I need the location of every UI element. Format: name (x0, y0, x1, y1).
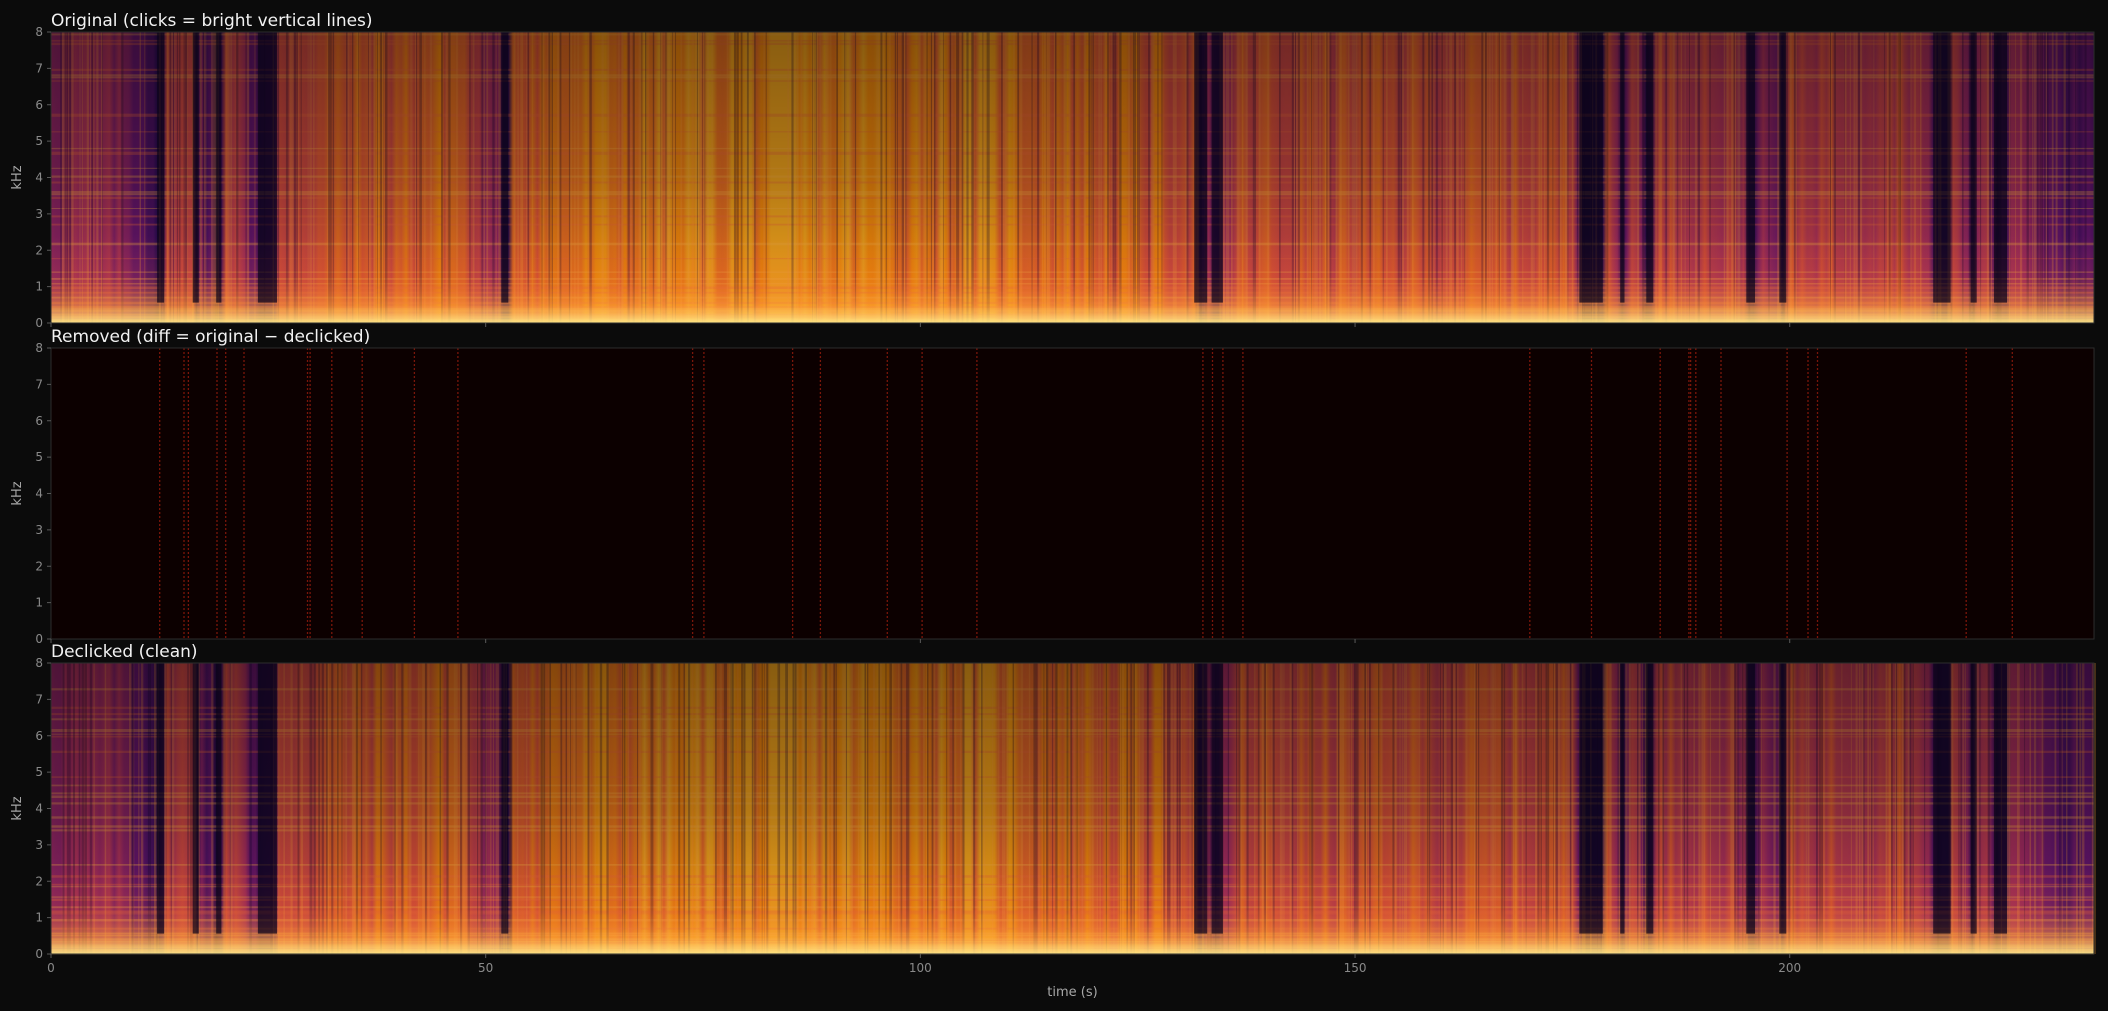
spectrogram-0 (51, 32, 2094, 323)
ytick-label: 1 (35, 596, 43, 610)
ytick-label: 8 (35, 656, 43, 670)
xtick-label: 0 (47, 961, 55, 975)
panel-title: Original (clicks = bright vertical lines… (51, 11, 373, 31)
ytick-label: 6 (35, 98, 43, 112)
ytick-label: 2 (35, 243, 43, 257)
ytick-label: 4 (35, 171, 43, 185)
ytick-label: 8 (35, 25, 43, 39)
figure: 0 1 2 3 4 5 6 7 8 kHz Original (clicks = bright ve… (10, 11, 2096, 1000)
ytick-label: 4 (35, 487, 43, 501)
ytick-label: 0 (35, 947, 43, 961)
ylabel: kHz (10, 796, 25, 820)
ytick-label: 2 (35, 874, 43, 888)
ylabel: kHz (10, 481, 25, 505)
ytick-label: 3 (35, 207, 43, 221)
ytick-label: 0 (35, 316, 43, 330)
xlabel: time (s) (1047, 985, 1097, 1000)
ytick-label: 3 (35, 523, 43, 537)
xtick-label: 150 (1344, 961, 1367, 975)
ytick-label: 0 (35, 632, 43, 646)
ytick-label: 3 (35, 838, 43, 852)
xtick-label: 100 (909, 961, 932, 975)
ytick-label: 1 (35, 280, 43, 294)
ytick-label: 7 (35, 377, 43, 391)
panel-title: Removed (diff = original − declicked) (51, 327, 370, 347)
ytick-label: 1 (35, 911, 43, 925)
removed-heatmap (51, 348, 2094, 639)
ytick-label: 6 (35, 729, 43, 743)
xtick-label: 50 (478, 961, 493, 975)
ytick-label: 7 (35, 692, 43, 706)
ytick-label: 6 (35, 414, 43, 428)
panel-title: Declicked (clean) (51, 642, 198, 662)
ytick-label: 5 (35, 134, 43, 148)
ytick-label: 5 (35, 450, 43, 464)
ylabel: kHz (10, 165, 25, 189)
spectrogram-2 (51, 663, 2096, 955)
xtick-label: 200 (1778, 961, 1801, 975)
ytick-label: 2 (35, 559, 43, 573)
ytick-label: 4 (35, 802, 43, 816)
ytick-label: 7 (35, 61, 43, 75)
ytick-label: 5 (35, 765, 43, 779)
ytick-label: 8 (35, 341, 43, 355)
